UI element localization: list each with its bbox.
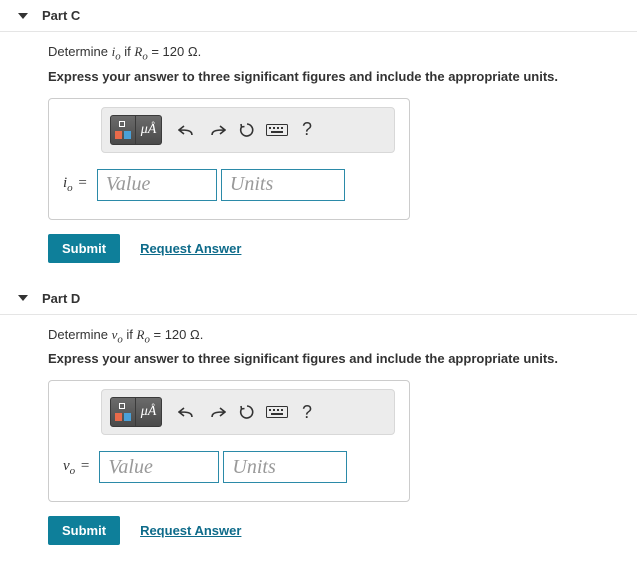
answer-toolbar: μÅ ? (101, 107, 395, 153)
prompt-pre: Determine (48, 44, 112, 59)
template-picker-button[interactable] (110, 397, 136, 427)
units-format-button[interactable]: μÅ (136, 397, 162, 427)
part-d: Part D Determine vo if Ro = 120 Ω. Expre… (0, 283, 637, 546)
prompt-eq: = 120 Ω. (148, 44, 201, 59)
prompt-eq: = 120 Ω. (150, 327, 203, 342)
reset-icon (239, 122, 255, 138)
reset-icon (239, 404, 255, 420)
units-format-label: μÅ (141, 122, 157, 138)
redo-icon (208, 123, 226, 137)
prompt-mid: if (123, 327, 137, 342)
instruction: Express your answer to three significant… (48, 69, 617, 84)
part-header[interactable]: Part D (0, 283, 637, 315)
part-body: Determine vo if Ro = 120 Ω. Express your… (0, 327, 637, 546)
undo-icon (178, 405, 196, 419)
keyboard-icon (266, 124, 288, 136)
keyboard-button[interactable] (262, 115, 292, 145)
prompt-mid: if (121, 44, 135, 59)
part-body: Determine io if Ro = 120 Ω. Express your… (0, 44, 637, 263)
request-answer-link[interactable]: Request Answer (140, 523, 241, 538)
units-placeholder: Units (232, 456, 275, 479)
units-placeholder: Units (230, 173, 273, 196)
template-icon (115, 403, 131, 421)
prompt-pre: Determine (48, 327, 112, 342)
help-icon: ? (302, 402, 312, 423)
lhs-sub: o (70, 465, 76, 477)
help-button[interactable]: ? (292, 397, 322, 427)
template-icon (115, 121, 131, 139)
lhs-eq: = (77, 458, 89, 474)
answer-toolbar: μÅ ? (101, 389, 395, 435)
part-header[interactable]: Part C (0, 0, 637, 32)
units-format-button[interactable]: μÅ (136, 115, 162, 145)
part-c: Part C Determine io if Ro = 120 Ω. Expre… (0, 0, 637, 263)
part-title: Part C (42, 8, 80, 23)
lhs-base: v (63, 458, 70, 474)
keyboard-icon (266, 406, 288, 418)
prompt-text: Determine io if Ro = 120 Ω. (48, 44, 617, 63)
template-picker-button[interactable] (110, 115, 136, 145)
caret-down-icon (18, 295, 28, 301)
part-title: Part D (42, 291, 80, 306)
redo-icon (208, 405, 226, 419)
value-placeholder: Value (106, 173, 150, 196)
lhs-label: io = (63, 175, 87, 194)
actions-row: Submit Request Answer (48, 516, 617, 545)
answer-box: μÅ ? vo = Value Units (48, 380, 410, 502)
instruction: Express your answer to three significant… (48, 351, 617, 366)
help-icon: ? (302, 119, 312, 140)
value-placeholder: Value (108, 456, 152, 479)
value-input[interactable]: Value (99, 451, 219, 483)
undo-icon (178, 123, 196, 137)
redo-button[interactable] (202, 115, 232, 145)
input-row: vo = Value Units (49, 435, 409, 501)
lhs-eq: = (75, 175, 87, 191)
submit-button[interactable]: Submit (48, 234, 120, 263)
redo-button[interactable] (202, 397, 232, 427)
units-format-label: μÅ (141, 404, 157, 420)
submit-button[interactable]: Submit (48, 516, 120, 545)
keyboard-button[interactable] (262, 397, 292, 427)
units-input[interactable]: Units (221, 169, 345, 201)
units-input[interactable]: Units (223, 451, 347, 483)
value-input[interactable]: Value (97, 169, 217, 201)
help-button[interactable]: ? (292, 115, 322, 145)
input-row: io = Value Units (49, 153, 409, 219)
lhs-label: vo = (63, 458, 89, 477)
answer-box: μÅ ? io = Value Units (48, 98, 410, 220)
caret-down-icon (18, 13, 28, 19)
reset-button[interactable] (232, 397, 262, 427)
actions-row: Submit Request Answer (48, 234, 617, 263)
reset-button[interactable] (232, 115, 262, 145)
prompt-text: Determine vo if Ro = 120 Ω. (48, 327, 617, 346)
request-answer-link[interactable]: Request Answer (140, 241, 241, 256)
undo-button[interactable] (172, 115, 202, 145)
lhs-sub: o (67, 182, 73, 194)
undo-button[interactable] (172, 397, 202, 427)
